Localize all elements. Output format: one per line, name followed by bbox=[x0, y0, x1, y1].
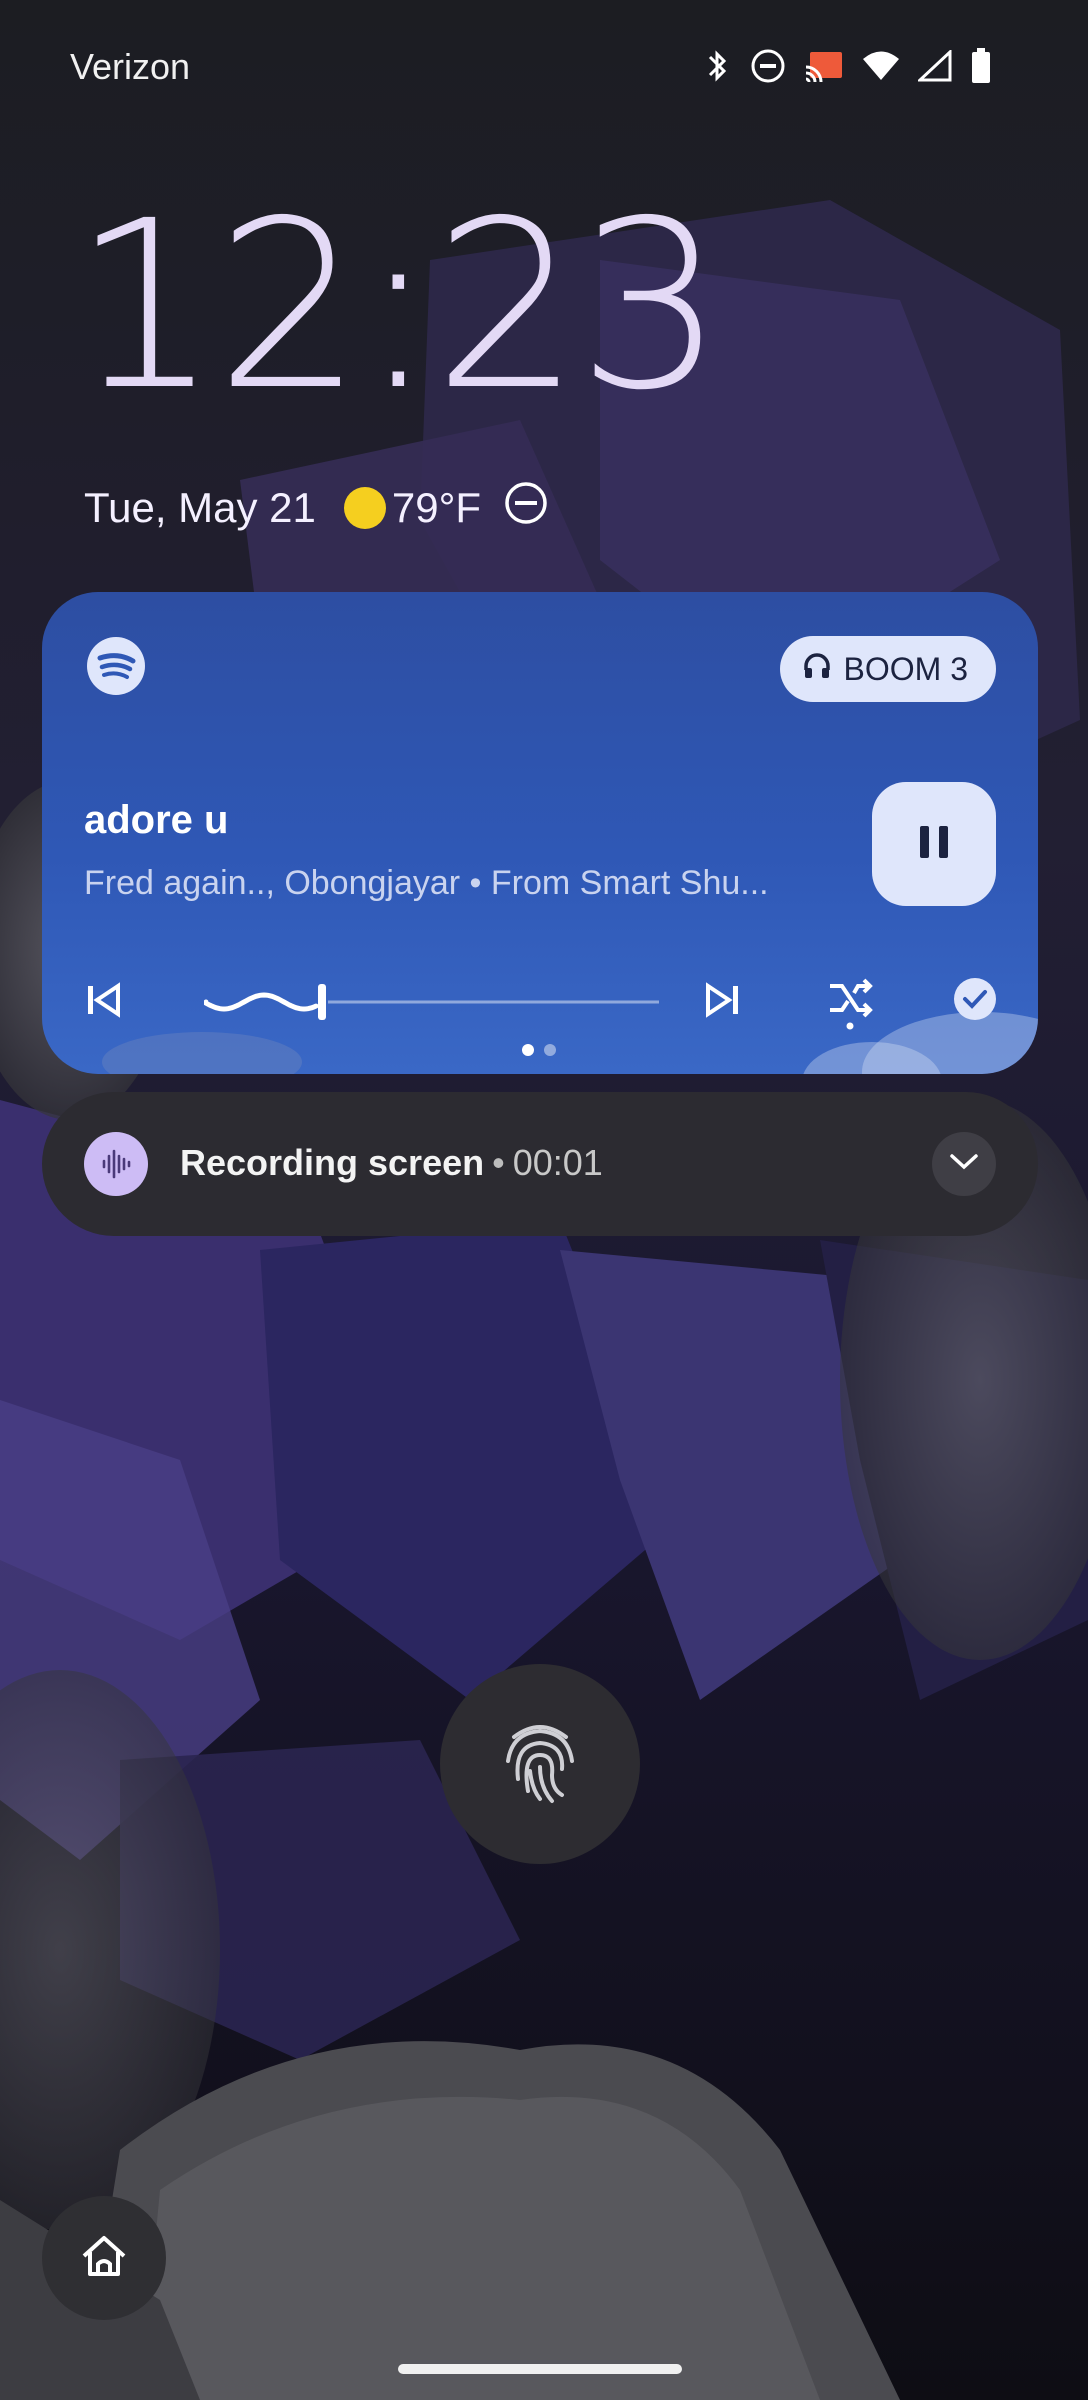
fingerprint-icon bbox=[500, 1717, 580, 1812]
chevron-down-icon bbox=[948, 1152, 980, 1177]
track-title: adore u bbox=[84, 798, 229, 842]
sunny-icon bbox=[343, 487, 386, 529]
media-controls bbox=[42, 972, 1038, 1032]
shuffle-button[interactable] bbox=[826, 976, 874, 1037]
status-bar: Verizon bbox=[0, 0, 1088, 130]
status-icons bbox=[702, 48, 992, 84]
expand-notification-button[interactable] bbox=[932, 1132, 996, 1196]
recording-text: Recording screen • 00:01 bbox=[180, 1142, 603, 1184]
pause-icon bbox=[914, 822, 954, 867]
save-to-library-button[interactable] bbox=[952, 976, 998, 1027]
recording-title: Recording screen bbox=[180, 1142, 485, 1183]
seek-bar[interactable] bbox=[204, 972, 664, 1032]
date-weather-row[interactable]: Tue, May 21 79°F bbox=[84, 480, 549, 536]
recording-separator: • bbox=[492, 1142, 505, 1183]
pause-button[interactable] bbox=[872, 782, 996, 906]
page-dot-active bbox=[522, 1044, 534, 1056]
next-track-button[interactable] bbox=[702, 980, 742, 1025]
output-device-label: BOOM 3 bbox=[843, 650, 968, 687]
dnd-icon bbox=[503, 480, 549, 536]
battery-icon bbox=[970, 48, 992, 84]
dnd-icon bbox=[750, 48, 786, 84]
media-player-card[interactable]: BOOM 3 adore u Fred again.., Obongjayar … bbox=[42, 592, 1038, 1074]
date-label: Tue, May 21 bbox=[84, 484, 316, 531]
wifi-icon bbox=[862, 50, 900, 82]
media-page-indicator bbox=[522, 1044, 556, 1056]
seek-thumb bbox=[318, 984, 326, 1020]
home-controls-button[interactable] bbox=[42, 2196, 166, 2320]
output-device-chip[interactable]: BOOM 3 bbox=[779, 636, 996, 702]
bluetooth-icon bbox=[702, 48, 732, 84]
temperature-label: 79°F bbox=[391, 484, 482, 531]
recording-elapsed: 00:01 bbox=[512, 1142, 603, 1183]
page-dot bbox=[544, 1044, 556, 1056]
lockscreen-clock: 12:23 bbox=[72, 171, 725, 441]
home-icon bbox=[76, 2228, 132, 2289]
spotify-icon[interactable] bbox=[86, 636, 146, 696]
cast-icon bbox=[804, 49, 844, 83]
headphones-icon bbox=[802, 650, 832, 688]
fingerprint-unlock-button[interactable] bbox=[440, 1664, 640, 1864]
previous-track-button[interactable] bbox=[84, 980, 124, 1025]
signal-icon bbox=[918, 50, 952, 82]
carrier-label: Verizon bbox=[70, 46, 191, 87]
audio-wave-icon bbox=[84, 1132, 148, 1196]
screen-recording-notification[interactable]: Recording screen • 00:01 bbox=[42, 1092, 1038, 1236]
seek-progress-wave bbox=[204, 992, 319, 1012]
track-artist: Fred again.., Obongjayar • From Smart Sh… bbox=[84, 864, 769, 902]
gesture-nav-handle[interactable] bbox=[398, 2364, 682, 2374]
